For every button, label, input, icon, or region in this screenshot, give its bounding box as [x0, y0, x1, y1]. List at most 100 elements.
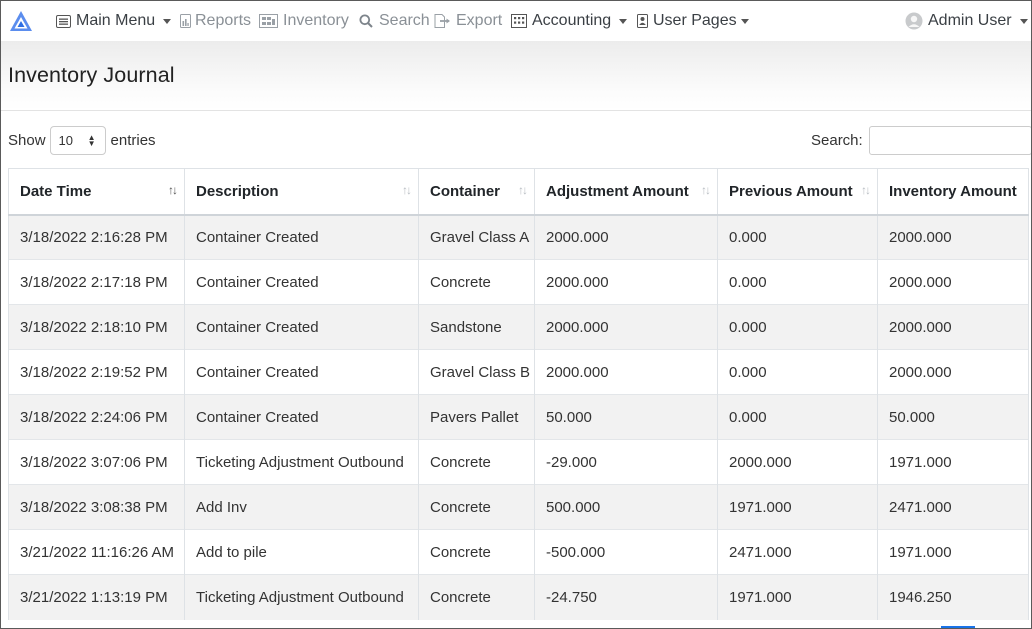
cell-previous-amount: 2000.000	[717, 439, 878, 485]
cell-inventory-amount: 1946.250	[877, 574, 1029, 620]
export-icon	[434, 13, 451, 29]
cell-previous-amount: 1971.000	[717, 574, 878, 620]
column-header-adjustment-amount[interactable]: Adjustment Amount ↑↓	[534, 168, 718, 216]
cell-inventory-amount: 2000.000	[877, 259, 1029, 305]
cell-container: Concrete	[418, 484, 535, 530]
entries-length-control: Show 10 ▲ ▼ entries	[8, 125, 156, 155]
table-row: 3/18/2022 2:17:18 PM Container Created Con…	[8, 259, 1029, 305]
table-search: Search:	[811, 125, 1031, 155]
cell-description: Add Inv	[184, 484, 419, 530]
nav-accounting[interactable]: Accounting	[511, 1, 628, 41]
nav-inventory[interactable]: Inventory	[259, 1, 349, 41]
cell-description: Container Created	[184, 214, 419, 260]
sort-icon: ↑↓	[701, 183, 711, 197]
nav-export[interactable]: Export	[434, 1, 502, 41]
cell-inventory-amount: 2000.000	[877, 349, 1029, 395]
cell-container: Concrete	[418, 574, 535, 620]
cell-inventory-amount: 50.000	[877, 394, 1029, 440]
table-row: 3/18/2022 2:19:52 PM Container Created Gra…	[8, 349, 1029, 395]
cell-inventory-amount: 1971.000	[877, 439, 1029, 485]
nav-admin-user[interactable]: Admin User	[905, 1, 1028, 41]
cell-date-time: 3/18/2022 2:24:06 PM	[8, 394, 185, 440]
cell-inventory-amount: 2000.000	[877, 214, 1029, 260]
cell-adjustment-amount: 500.000	[534, 484, 718, 530]
cell-container: Concrete	[418, 259, 535, 305]
cell-previous-amount: 0.000	[717, 349, 878, 395]
nav-user-pages-label: User Pages	[653, 12, 737, 29]
entries-select-value: 10	[58, 132, 73, 148]
nav-search-label: Search	[379, 12, 430, 29]
cell-container: Sandstone	[418, 304, 535, 350]
nav-accounting-label: Accounting	[532, 12, 612, 29]
triangle-logo-icon[interactable]	[8, 9, 34, 33]
table-header-row: Date Time ↑↓ Description ↑↓ Container ↑↓ Ad…	[8, 168, 1029, 216]
nav-main-menu-label: Main Menu	[76, 12, 156, 29]
column-header-description[interactable]: Description ↑↓	[184, 168, 419, 216]
table-row: 3/18/2022 2:24:06 PM Container Created Pav…	[8, 394, 1029, 440]
cell-previous-amount: 0.000	[717, 304, 878, 350]
cell-container: Pavers Pallet	[418, 394, 535, 440]
cell-date-time: 3/21/2022 1:13:19 PM	[8, 574, 185, 620]
user-file-icon	[637, 13, 648, 29]
entries-select[interactable]: 10 ▲ ▼	[49, 125, 106, 155]
nav-inventory-label: Inventory	[283, 12, 349, 29]
table-row: 3/18/2022 3:07:06 PM Ticketing Adjustment…	[8, 439, 1029, 485]
nav-reports[interactable]: Reports	[179, 1, 251, 41]
chevron-down-icon	[619, 18, 628, 24]
cell-adjustment-amount: -29.000	[534, 439, 718, 485]
table-row: 3/18/2022 2:16:28 PM Container Created Gra…	[8, 214, 1029, 260]
nav-user-pages[interactable]: User Pages	[637, 1, 749, 41]
cell-container: Gravel Class B	[418, 349, 535, 395]
column-header-container[interactable]: Container ↑↓	[418, 168, 535, 216]
cell-date-time: 3/18/2022 2:17:18 PM	[8, 259, 185, 305]
cell-previous-amount: 0.000	[717, 394, 878, 440]
report-icon	[179, 13, 191, 29]
table-row: 3/18/2022 2:18:10 PM Container Created San…	[8, 304, 1029, 350]
page-title: Inventory Journal	[8, 63, 175, 87]
search-label: Search:	[811, 131, 863, 149]
page-header: Inventory Journal	[1, 41, 1031, 111]
cell-inventory-amount: 1971.000	[877, 529, 1029, 575]
sort-asc-icon: ↑↓	[168, 183, 178, 197]
search-input[interactable]	[868, 125, 1031, 155]
show-label: Show	[8, 131, 46, 149]
list-icon	[55, 13, 71, 29]
cell-description: Add to pile	[184, 529, 419, 575]
cell-previous-amount: 0.000	[717, 259, 878, 305]
chevron-down-icon	[1019, 18, 1028, 24]
entries-label: entries	[110, 131, 156, 149]
cell-date-time: 3/18/2022 2:19:52 PM	[8, 349, 185, 395]
cell-date-time: 3/18/2022 2:16:28 PM	[8, 214, 185, 260]
cell-inventory-amount: 2471.000	[877, 484, 1029, 530]
app-window: Main Menu Reports Inventory Search Expor…	[0, 0, 1032, 629]
cell-description: Container Created	[184, 304, 419, 350]
cell-adjustment-amount: 2000.000	[534, 349, 718, 395]
cell-description: Container Created	[184, 259, 419, 305]
user-avatar-icon	[905, 12, 923, 30]
nav-export-label: Export	[456, 12, 503, 29]
sort-icon: ↑↓	[861, 183, 871, 197]
cell-previous-amount: 1971.000	[717, 484, 878, 530]
table-row: 3/18/2022 3:08:38 PM Add Inv Concrete 500.0…	[8, 484, 1029, 530]
nav-admin-user-label: Admin User	[928, 12, 1012, 29]
column-header-date-time[interactable]: Date Time ↑↓	[8, 168, 185, 216]
nav-main-menu[interactable]: Main Menu	[55, 1, 172, 41]
sort-arrows-icon: ▲ ▼	[87, 132, 96, 148]
cell-previous-amount: 0.000	[717, 214, 878, 260]
cell-adjustment-amount: 2000.000	[534, 304, 718, 350]
column-header-inventory-amount[interactable]: Inventory Amount	[877, 168, 1029, 216]
cell-adjustment-amount: -500.000	[534, 529, 718, 575]
cell-date-time: 3/18/2022 3:07:06 PM	[8, 439, 185, 485]
sort-icon: ↑↓	[518, 183, 528, 197]
cell-previous-amount: 2471.000	[717, 529, 878, 575]
nav-search[interactable]: Search	[358, 1, 430, 41]
column-header-previous-amount[interactable]: Previous Amount ↑↓	[717, 168, 878, 216]
cell-adjustment-amount: 50.000	[534, 394, 718, 440]
cell-date-time: 3/18/2022 3:08:38 PM	[8, 484, 185, 530]
nav-reports-label: Reports	[195, 12, 252, 29]
table-row: 3/21/2022 1:13:19 PM Ticketing Adjustment…	[8, 574, 1029, 620]
search-icon	[358, 13, 374, 29]
calculator-icon	[511, 13, 527, 29]
cell-adjustment-amount: 2000.000	[534, 259, 718, 305]
cell-adjustment-amount: -24.750	[534, 574, 718, 620]
